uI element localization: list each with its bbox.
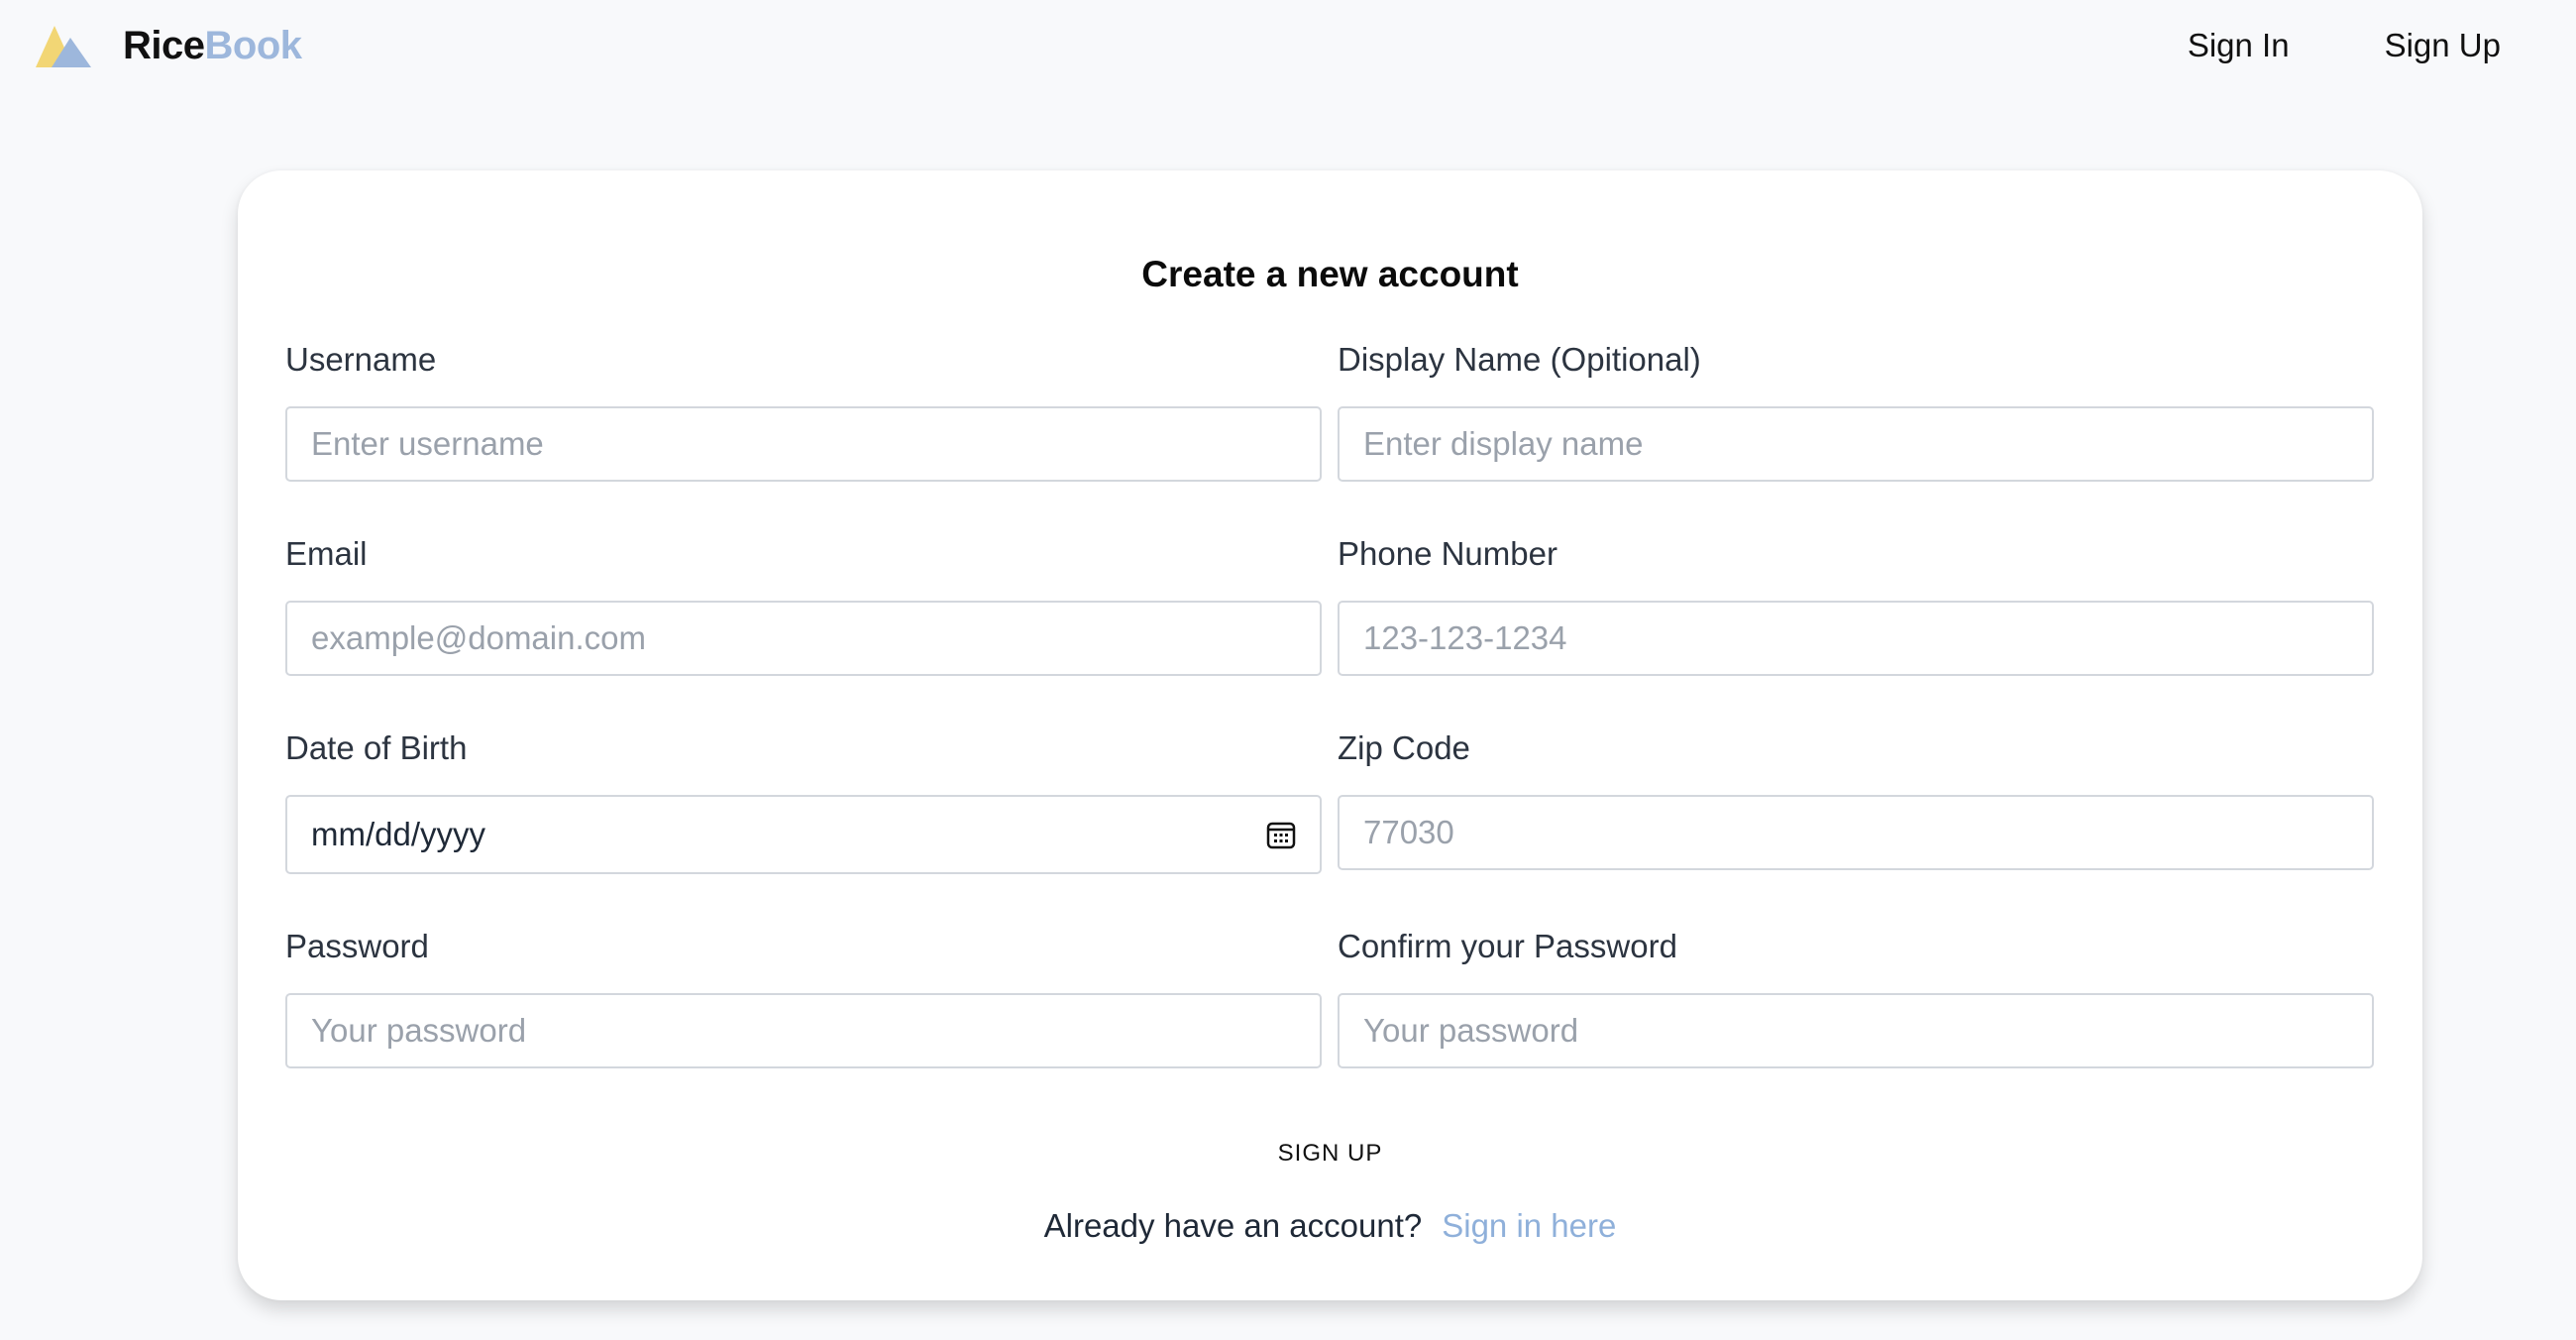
confirm-password-input[interactable]: Your password: [1338, 993, 2374, 1068]
signup-card: Create a new account Username Enter user…: [238, 170, 2422, 1300]
calendar-icon[interactable]: [1266, 820, 1296, 849]
sign-up-button[interactable]: SIGN UP: [238, 1140, 2422, 1168]
sign-in-prompt: Already have an account? Sign in here: [238, 1207, 2422, 1245]
brand-name: RiceBook: [123, 24, 302, 68]
email-label: Email: [285, 535, 368, 572]
display-name-input[interactable]: Enter display name: [1338, 406, 2374, 482]
username-input[interactable]: Enter username: [285, 406, 1322, 482]
form-title: Create a new account: [1141, 254, 1519, 294]
password-label: Password: [285, 928, 429, 964]
brand-name-rice: Rice: [123, 23, 205, 67]
phone-label: Phone Number: [1338, 535, 1557, 572]
confirm-password-field-group: Confirm your Password Your password: [1338, 924, 2374, 1068]
password-field-group: Password Your password: [285, 924, 1322, 1068]
brand-name-book: Book: [204, 23, 303, 67]
confirm-password-label: Confirm your Password: [1338, 928, 1677, 964]
dob-value: mm/dd/yyyy: [311, 816, 486, 852]
nav-sign-up-link[interactable]: Sign Up: [2385, 27, 2501, 64]
have-account-text: Already have an account?: [1043, 1207, 1423, 1244]
phone-field-group: Phone Number 123-123-1234: [1338, 531, 2374, 676]
username-field-group: Username Enter username: [285, 337, 1322, 482]
zip-label: Zip Code: [1338, 729, 1470, 766]
email-input[interactable]: example@domain.com: [285, 601, 1322, 676]
display-name-field-group: Display Name (Opitional) Enter display n…: [1338, 337, 2374, 482]
nav-links: Sign In Sign Up: [2188, 20, 2501, 71]
nav-sign-in-link[interactable]: Sign In: [2188, 27, 2290, 64]
zip-input[interactable]: 77030: [1338, 795, 2374, 870]
phone-input[interactable]: 123-123-1234: [1338, 601, 2374, 676]
display-name-label: Display Name (Opitional): [1338, 341, 1701, 378]
username-label: Username: [285, 341, 437, 378]
top-navbar: RiceBook Sign In Sign Up: [0, 0, 2576, 91]
dob-label: Date of Birth: [285, 729, 468, 766]
mountain-logo-icon: [36, 22, 93, 69]
brand[interactable]: RiceBook: [36, 18, 302, 73]
dob-input[interactable]: mm/dd/yyyy: [285, 795, 1322, 874]
sign-in-here-link[interactable]: Sign in here: [1442, 1207, 1616, 1244]
zip-field-group: Zip Code 77030: [1338, 726, 2374, 870]
email-field-group: Email example@domain.com: [285, 531, 1322, 676]
dob-field-group: Date of Birth mm/dd/yyyy: [285, 726, 1322, 874]
password-input[interactable]: Your password: [285, 993, 1322, 1068]
